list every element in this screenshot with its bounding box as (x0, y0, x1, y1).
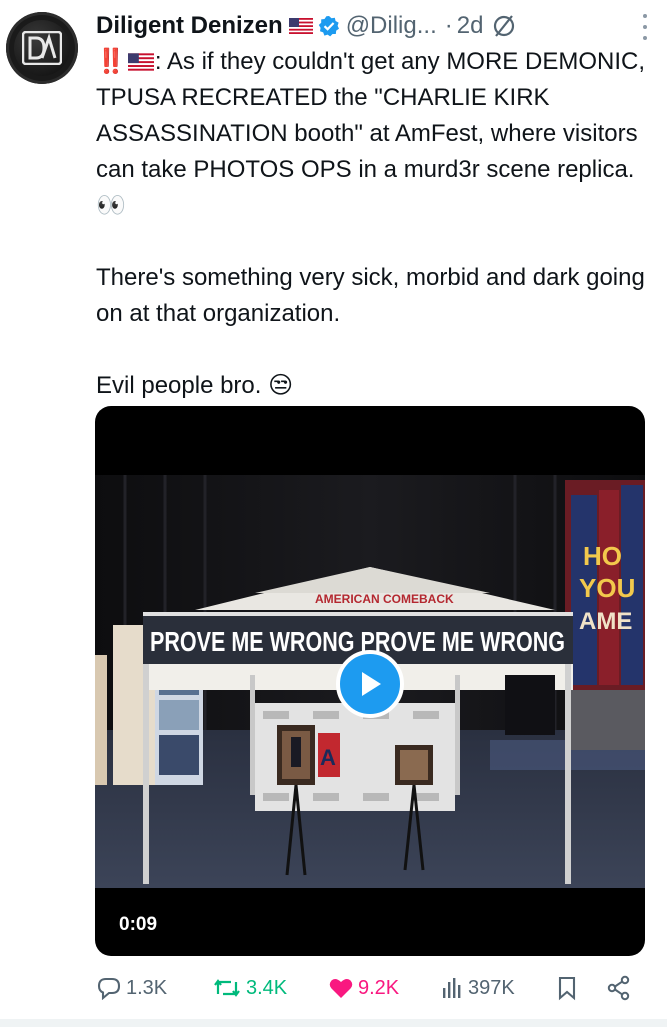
more-icon[interactable] (633, 12, 657, 42)
post-paragraph-3: Evil people bro. 😒 (96, 372, 294, 399)
bookmark-icon (558, 976, 576, 1001)
reply-icon (97, 977, 121, 1000)
heart-icon (329, 979, 353, 998)
us-flag-emoji-icon (127, 53, 154, 71)
post-line-1: ‼️: As if they couldn't get any MORE DEM… (96, 44, 652, 224)
like-button[interactable]: 9.2K (328, 976, 399, 1000)
double-exclamation-icon: ‼️ (96, 48, 126, 75)
reply-button[interactable]: 1.3K (96, 976, 167, 1000)
avatar-logo (14, 20, 70, 76)
author-name[interactable]: Diligent Denizen (96, 12, 283, 40)
repost-button[interactable]: 3.4K (212, 976, 287, 1000)
play-icon (362, 672, 381, 696)
share-button[interactable] (606, 975, 636, 1001)
post-paragraph-1: : As if they couldn't get any MORE DEMON… (96, 48, 645, 219)
play-button[interactable] (336, 650, 404, 718)
separator-dot: · (444, 12, 453, 39)
view-count: 397K (468, 976, 515, 999)
share-icon (607, 975, 630, 1001)
repost-icon (214, 979, 240, 997)
verified-icon (318, 15, 340, 37)
avatar[interactable] (6, 12, 78, 84)
svg-text:AME: AME (579, 608, 632, 635)
mute-icon (491, 13, 517, 39)
views-icon (443, 978, 461, 998)
like-count: 9.2K (358, 976, 400, 999)
post-paragraph-2: There's something very sick, morbid and … (96, 264, 645, 327)
reply-count: 1.3K (126, 976, 168, 999)
views-button[interactable]: 397K (440, 976, 515, 1000)
video-player[interactable]: HO YOU AME AMERICAN COMEBACK PROVE ME WR… (95, 406, 645, 956)
divider (0, 1019, 667, 1027)
bookmark-button[interactable] (556, 975, 582, 1001)
author-handle[interactable]: @Dilig... (346, 12, 437, 40)
action-bar: 1.3K 3.4K 9.2K 397K (96, 968, 641, 1008)
svg-text:YOU: YOU (579, 573, 635, 603)
svg-text:A: A (320, 745, 336, 770)
video-duration: 0:09 (119, 914, 158, 935)
tent-label: AMERICAN COMEBACK (315, 592, 454, 606)
repost-count: 3.4K (246, 976, 288, 999)
timestamp[interactable]: 2d (457, 12, 484, 40)
post-text: ‼️: As if they couldn't get any MORE DEM… (96, 44, 652, 404)
truck-text: HO (583, 541, 622, 571)
us-flag-icon (288, 18, 313, 34)
post-header: Diligent Denizen @Dilig... · 2d (96, 8, 653, 44)
